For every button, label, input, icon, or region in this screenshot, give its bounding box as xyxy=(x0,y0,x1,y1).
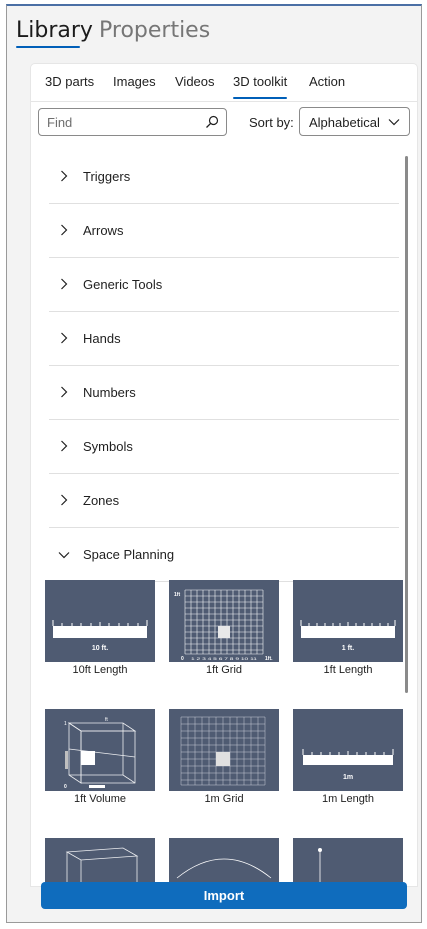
tab-3d-parts[interactable]: 3D parts xyxy=(45,74,94,89)
chevron-right-icon xyxy=(61,494,68,506)
category-tab-bar: 3D parts Images Videos 3D toolkit Action xyxy=(31,64,417,102)
tile-caption: 10ft Length xyxy=(72,664,128,676)
chevron-down-icon xyxy=(58,552,70,559)
chevron-right-icon xyxy=(61,440,68,452)
circle-graphic xyxy=(176,858,272,879)
tile-1ft-grid[interactable]: 1ft 1ft. 0 1 2 3 4 5 6 7 8 9 10 11 1ft G… xyxy=(169,580,279,678)
search-input[interactable] xyxy=(47,113,197,131)
category-label: Arrows xyxy=(83,223,124,238)
volume-graphic xyxy=(65,847,139,886)
tile-caption: 1m Length xyxy=(322,793,374,805)
chevron-right-icon xyxy=(61,386,68,398)
ruler-label: 1m xyxy=(343,774,353,781)
category-space-planning[interactable]: Space Planning xyxy=(49,528,399,582)
tile-space-item[interactable] xyxy=(169,838,279,886)
thumbnail: 1m xyxy=(293,709,403,791)
tile-1ft-length[interactable]: 1 ft. 1ft Length xyxy=(293,580,403,678)
chevron-down-icon xyxy=(388,119,400,126)
category-generic-tools[interactable]: Generic Tools xyxy=(49,258,399,312)
grid-graphic xyxy=(180,716,266,786)
grid-origin-label: 0 xyxy=(181,656,184,662)
category-label: Triggers xyxy=(83,169,131,184)
tab-images[interactable]: Images xyxy=(113,74,156,89)
category-arrows[interactable]: Arrows xyxy=(49,204,399,258)
volume-one-label: 1 xyxy=(64,721,67,727)
ruler-label: 10 ft. xyxy=(92,645,108,652)
grid-corner-label: 1ft. xyxy=(265,656,273,662)
grid-graphic: 1ft 1ft. 0 1 2 3 4 5 6 7 8 9 10 11 xyxy=(174,589,273,662)
search-box[interactable] xyxy=(38,108,227,136)
tab-videos[interactable]: Videos xyxy=(175,74,215,89)
thumbnail: 1 ft. xyxy=(293,580,403,662)
volume-origin-label: 0 xyxy=(64,784,67,790)
library-panel: 3D parts Images Videos 3D toolkit Action… xyxy=(31,64,417,886)
thumbnail xyxy=(169,838,279,886)
pole-graphic xyxy=(318,848,322,886)
active-subtab-indicator xyxy=(233,97,287,99)
category-symbols[interactable]: Symbols xyxy=(49,420,399,474)
tile-space-item[interactable] xyxy=(293,838,403,886)
tile-1ft-volume[interactable]: ft 0 1 1ft Volume xyxy=(45,709,155,807)
category-label: Numbers xyxy=(83,385,136,400)
top-tab-bar: Library Properties xyxy=(7,6,421,52)
volume-graphic: ft 0 1 xyxy=(64,717,137,790)
thumbnail xyxy=(169,709,279,791)
thumbnail: 1ft 1ft. 0 1 2 3 4 5 6 7 8 9 10 11 xyxy=(169,580,279,662)
category-hands[interactable]: Hands xyxy=(49,312,399,366)
tab-action[interactable]: Action xyxy=(309,74,345,89)
grid-label: 1ft xyxy=(174,592,180,598)
chevron-right-icon xyxy=(61,170,68,182)
chevron-right-icon xyxy=(61,332,68,344)
tile-1m-length[interactable]: 1m 1m Length xyxy=(293,709,403,807)
tile-space-item[interactable] xyxy=(45,838,155,886)
thumbnail: 10 ft. xyxy=(45,580,155,662)
ruler-graphic: 1m xyxy=(302,749,394,781)
category-label: Space Planning xyxy=(83,547,175,562)
thumbnail: ft 0 1 xyxy=(45,709,155,791)
volume-axis-label: ft xyxy=(105,717,108,723)
thumbnail xyxy=(293,838,403,886)
category-zones[interactable]: Zones xyxy=(49,474,399,528)
category-label: Hands xyxy=(83,331,121,346)
category-numbers[interactable]: Numbers xyxy=(49,366,399,420)
library-scroll-area: Triggers Arrows Generic Tools Hands Numb… xyxy=(31,150,417,886)
tile-10ft-length[interactable]: 10 ft. 10ft Length xyxy=(45,580,155,678)
tab-properties[interactable]: Properties xyxy=(99,18,210,43)
tile-caption: 1ft Grid xyxy=(205,664,243,676)
search-icon[interactable] xyxy=(205,115,219,129)
grid-axis-numbers: 1 2 3 4 5 6 7 8 9 10 11 xyxy=(191,657,257,661)
thumbnail xyxy=(45,838,155,886)
ruler-graphic: 10 ft. xyxy=(52,620,148,652)
category-label: Generic Tools xyxy=(83,277,163,292)
library-pane: Library Properties 3D parts Images Video… xyxy=(6,4,422,923)
import-button[interactable]: Import xyxy=(41,882,407,909)
tab-library[interactable]: Library xyxy=(16,18,93,43)
category-label: Symbols xyxy=(83,439,133,454)
sort-value: Alphabetical xyxy=(309,115,380,130)
scrollbar-thumb[interactable] xyxy=(405,156,408,693)
category-label: Zones xyxy=(83,493,120,508)
chevron-right-icon xyxy=(61,278,68,290)
tile-1m-grid[interactable]: 1m Grid xyxy=(169,709,279,807)
tile-caption: 1ft Volume xyxy=(74,793,126,805)
sort-dropdown[interactable]: Alphabetical xyxy=(299,107,410,136)
tile-caption: 1m Grid xyxy=(204,793,244,805)
sort-label: Sort by: xyxy=(249,115,294,130)
tile-caption: 1ft Length xyxy=(323,664,373,676)
category-triggers[interactable]: Triggers xyxy=(49,150,399,204)
ruler-graphic: 1 ft. xyxy=(300,620,396,652)
tab-3d-toolkit[interactable]: 3D toolkit xyxy=(233,74,287,89)
active-tab-indicator xyxy=(16,46,80,48)
chevron-right-icon xyxy=(61,224,68,236)
ruler-label: 1 ft. xyxy=(342,645,355,652)
